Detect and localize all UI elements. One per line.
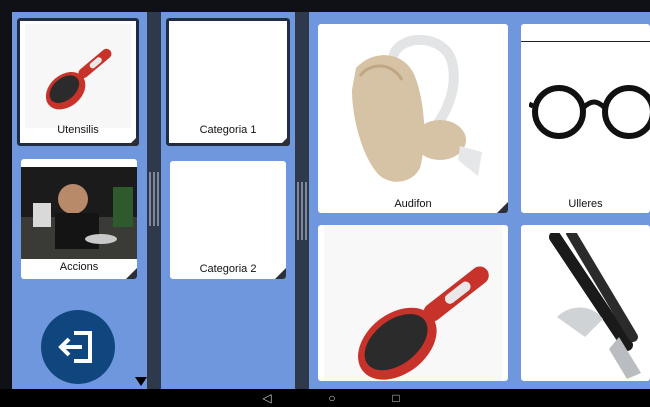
- divider-grip: [157, 172, 159, 226]
- back-button[interactable]: ◁: [255, 389, 279, 407]
- nail-clipper-card[interactable]: [521, 225, 650, 381]
- column-divider-right[interactable]: [295, 12, 309, 389]
- categoria-2-card[interactable]: Categoria 2: [170, 161, 286, 279]
- accions-label: Accions: [59, 261, 99, 273]
- divider-grip: [301, 182, 303, 240]
- hearing-aid-image: [352, 35, 482, 182]
- accions-card[interactable]: Accions: [21, 159, 137, 279]
- hairbrush-image: [324, 225, 502, 381]
- ulleres-card[interactable]: Ulleres: [521, 24, 650, 213]
- top-rule: [521, 41, 650, 42]
- categoria-2-label: Categoria 2: [199, 263, 257, 275]
- divider-grip: [297, 182, 299, 240]
- card-corner-fold: [275, 268, 286, 279]
- card-corner-fold: [128, 135, 139, 146]
- divider-grip: [149, 172, 151, 226]
- hairbrush-image: [25, 24, 131, 128]
- audifon-card[interactable]: Audifon: [318, 24, 508, 213]
- categoria-1-label: Categoria 1: [199, 124, 257, 136]
- home-button[interactable]: ○: [320, 389, 344, 407]
- nail-clipper-image: [549, 233, 641, 379]
- utensilis-card[interactable]: Utensilis: [17, 18, 139, 146]
- card-corner-fold: [279, 135, 290, 146]
- audifon-label: Audifon: [394, 198, 432, 210]
- exit-icon: [58, 331, 92, 363]
- column-divider-left[interactable]: [147, 12, 161, 389]
- utensilis-label: Utensilis: [57, 124, 99, 136]
- exit-button[interactable]: [41, 310, 115, 384]
- person-eating-image: [21, 167, 137, 259]
- glasses-image: [529, 85, 650, 139]
- divider-grip: [305, 182, 307, 240]
- categoria-1-card[interactable]: Categoria 1: [166, 18, 290, 146]
- card-corner-fold: [497, 202, 508, 213]
- ulleres-label: Ulleres: [568, 198, 603, 210]
- scroll-down-indicator[interactable]: [135, 377, 147, 386]
- divider-grip: [153, 172, 155, 226]
- hairbrush-card[interactable]: [318, 225, 508, 381]
- recents-button[interactable]: □: [384, 389, 408, 407]
- card-corner-fold: [126, 268, 137, 279]
- system-navigation-bar: ◁ ○ □: [0, 389, 650, 407]
